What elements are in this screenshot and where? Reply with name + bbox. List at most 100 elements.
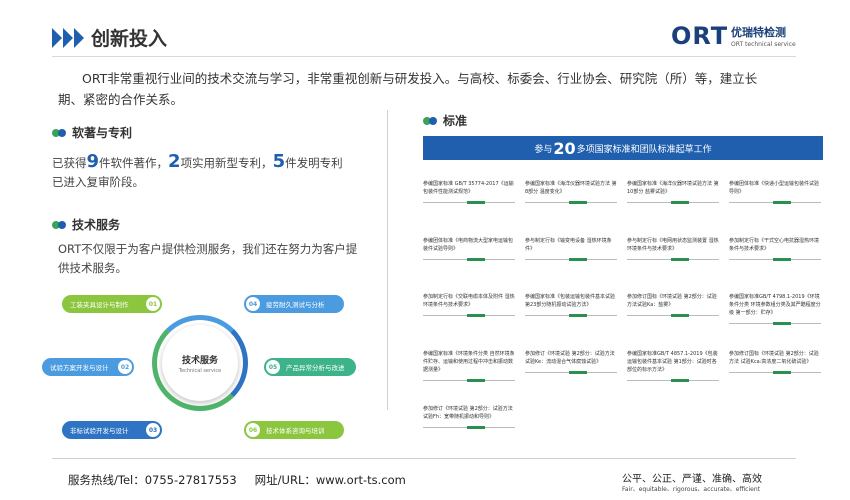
logo-en: ORT technical service — [731, 41, 796, 48]
slogan-en: Fair、equitable、rigorous、accurate、efficie… — [622, 486, 760, 493]
standard-item: 参编国家标准 GB/T 35774-2017《运输包装件性能测试规范》 — [423, 180, 515, 204]
stat-text: 件发明专利 — [285, 156, 343, 170]
slogan-cn: 公平、公正、严谨、准确、高效 — [622, 474, 762, 485]
standard-item: 参编团体标准《快递小型运输包装件试验导则》 — [729, 180, 821, 204]
page-header: 创新投入 — [52, 24, 167, 51]
standard-item: 参与制定行标《电网用状态监测装置 湿热环境条件与技术要求》 — [627, 237, 719, 261]
standard-item: 参加修订《环境试验 第2部分：试验方法 试验Ke：流动混合气体腐蚀试验》 — [525, 350, 617, 374]
service-item-label: 工装夹具设计与制作 — [70, 301, 129, 309]
standard-divider — [525, 314, 617, 317]
invention-patent-count: 5 — [272, 151, 286, 172]
banner-text: 参与 — [534, 144, 553, 155]
service-item: 05 产品异常分析与改进 — [264, 358, 356, 376]
standard-item: 参编团体标准《电商物流大型家电运输包装件试验导则》 — [423, 237, 515, 261]
bullet-dots-icon — [52, 220, 66, 229]
standard-item: 参编国家标准《海洋仪器环境试验方法 第10部分 盐雾试验》 — [627, 180, 719, 204]
standard-divider — [423, 426, 515, 429]
service-item-label: 产品异常分析与改进 — [286, 364, 345, 372]
service-title: 技术服务 — [72, 218, 121, 232]
standard-text: 参加制定行标《干式空心电抗器湿热环境条件与技术要求》 — [729, 238, 820, 252]
software-stats: 已获得9件软件著作，2项实用新型专利，5件发明专利 已进入复审阶段。 — [52, 152, 343, 192]
standard-item: 参编国家标准《海洋仪器环境试验方法 第8部分 温度变化》 — [525, 180, 617, 204]
chevrons-icon — [52, 27, 85, 48]
stat-text: 件软件著作， — [99, 156, 169, 170]
standard-text: 参编团体标准《电商物流大型家电运输包装件试验导则》 — [423, 238, 514, 252]
service-item-number: 05 — [266, 360, 280, 374]
standard-divider — [423, 258, 515, 261]
service-item: 工装夹具设计与制作 01 — [62, 295, 162, 313]
standard-text: 参与制定行标《电网用状态监测装置 湿热环境条件与技术要求》 — [627, 238, 719, 252]
standard-text: 参编国家标准《海洋仪器环境试验方法 第8部分 温度变化》 — [525, 181, 617, 195]
standard-text: 参加修订《环境试验 第2部分：试验方法 试验Fh：宽带随机振动和导则》 — [423, 406, 513, 420]
service-item-number: 01 — [146, 297, 160, 311]
website-text: 网址/URL：www.ort-ts.com — [254, 473, 406, 487]
standard-text: 参与制定行标《输变电设备 湿热环境条件》 — [525, 238, 612, 252]
logo-cn: 优瑞特检测 — [731, 26, 786, 39]
logo-mark: ORT — [671, 22, 729, 50]
standard-text: 参编国家标准GB/T 4857.1-2019《包装 运输包装件基本试验 第1部分… — [627, 351, 718, 373]
standards-section-title: 标准 — [423, 112, 467, 129]
standard-item: 参加制定行标《干式空心电抗器湿热环境条件与技术要求》 — [729, 237, 821, 261]
header-divider — [52, 56, 796, 57]
standard-divider — [627, 258, 719, 261]
service-item-number: 04 — [246, 297, 260, 311]
standard-text: 参编团体标准《快递小型运输包装件试验导则》 — [729, 181, 820, 195]
footer-contact: 服务热线/Tel：0755-27817553 网址/URL：www.ort-ts.… — [68, 472, 406, 488]
software-count: 9 — [86, 151, 100, 172]
page-title: 创新投入 — [91, 28, 168, 50]
standard-text: 参编国家标准GB/T 4798.1-2019《环境条件分类 环境参数组分类及其严… — [729, 294, 821, 316]
service-item-label: 疲劳耐久测试与分析 — [266, 301, 325, 309]
standard-item: 参编国家标准《环境条件分类 自然环境条件贮存、运输和使用过程中冲击和振动数据测量… — [423, 350, 515, 382]
standard-item: 参加修订国标《环境试验 第2部分：试验方法试验Ka：盐雾》 — [627, 293, 719, 317]
service-diagram: 技术服务 Technical service 工装夹具设计与制作 01 试验方案开… — [40, 285, 370, 445]
standard-divider — [627, 314, 719, 317]
software-title: 软著与专利 — [72, 126, 133, 140]
standard-text: 参加修订《环境试验 第2部分：试验方法 试验Ke：流动混合气体腐蚀试验》 — [525, 351, 615, 365]
service-item-label: 非标试验开发与设计 — [70, 427, 129, 435]
standard-divider — [627, 379, 719, 382]
standard-divider — [525, 201, 617, 204]
intro-paragraph: ORT非常重视行业间的技术交流与学习，非常重视创新与研发投入。与高校、标委会、行… — [58, 71, 758, 107]
standard-divider — [423, 314, 515, 317]
hub-subtitle: Technical service — [178, 367, 222, 374]
bullet-dots-icon — [52, 128, 66, 137]
service-item-number: 03 — [146, 423, 160, 437]
banner-number: 20 — [553, 138, 576, 158]
service-hub: 技术服务 Technical service — [162, 325, 238, 401]
utility-patent-count: 2 — [168, 151, 181, 172]
service-description: ORT不仅限于为客户提供检测服务，我们还在努力为客户提供技术服务。 — [58, 242, 358, 275]
hotline-text: 服务热线/Tel：0755-27817553 — [68, 473, 237, 487]
standard-text: 参加制定行标《交联电缆本体及附件 湿热环境条件与技术要求》 — [423, 294, 515, 308]
banner-text: 多项国家标准和团队标准起草工作 — [576, 144, 712, 155]
stat-text: 项实用新型专利， — [180, 156, 273, 170]
column-divider — [387, 110, 388, 410]
service-item: 04 疲劳耐久测试与分析 — [244, 295, 344, 313]
service-item: 06 技术体系咨询与培训 — [244, 421, 344, 439]
stat-line-2: 已进入复审阶段。 — [52, 175, 144, 189]
standard-text: 参编国家标准《海洋仪器环境试验方法 第10部分 盐雾试验》 — [627, 181, 719, 195]
standard-divider — [729, 322, 821, 325]
service-item-number: 02 — [118, 360, 132, 374]
standard-text: 参编国家标准《包装运输包装件基本试验第23部分随机振动试验方法》 — [525, 294, 616, 308]
standard-item: 参编国家标准《包装运输包装件基本试验第23部分随机振动试验方法》 — [525, 293, 617, 317]
standard-item: 参加修订《环境试验 第2部分：试验方法 试验Fh：宽带随机振动和导则》 — [423, 405, 515, 429]
service-section-title: 技术服务 — [52, 216, 120, 233]
standard-divider — [729, 371, 821, 374]
standard-divider — [729, 201, 821, 204]
service-item: 非标试验开发与设计 03 — [62, 421, 162, 439]
standard-item: 参编国家标准GB/T 4857.1-2019《包装 运输包装件基本试验 第1部分… — [627, 350, 719, 382]
standard-item: 参编国家标准GB/T 4798.1-2019《环境条件分类 环境参数组分类及其严… — [729, 293, 821, 325]
standard-text: 参编国家标准 GB/T 35774-2017《运输包装件性能测试规范》 — [423, 181, 514, 195]
standard-text: 参加修订国标《环境试验 第2部分：试验方法 试验Kca:高浓度二氧化硫试验》 — [729, 351, 819, 365]
standard-item: 参加修订国标《环境试验 第2部分：试验方法 试验Kca:高浓度二氧化硫试验》 — [729, 350, 821, 374]
service-item-label: 试验方案开发与设计 — [50, 364, 109, 372]
standard-divider — [627, 201, 719, 204]
standard-item: 参加制定行标《交联电缆本体及附件 湿热环境条件与技术要求》 — [423, 293, 515, 317]
bullet-dots-icon — [423, 116, 437, 125]
standard-divider — [729, 258, 821, 261]
footer-divider — [52, 458, 796, 459]
standard-divider — [423, 201, 515, 204]
standard-item: 参与制定行标《输变电设备 湿热环境条件》 — [525, 237, 617, 261]
standards-title: 标准 — [443, 114, 468, 128]
stat-text: 已获得 — [52, 156, 87, 170]
